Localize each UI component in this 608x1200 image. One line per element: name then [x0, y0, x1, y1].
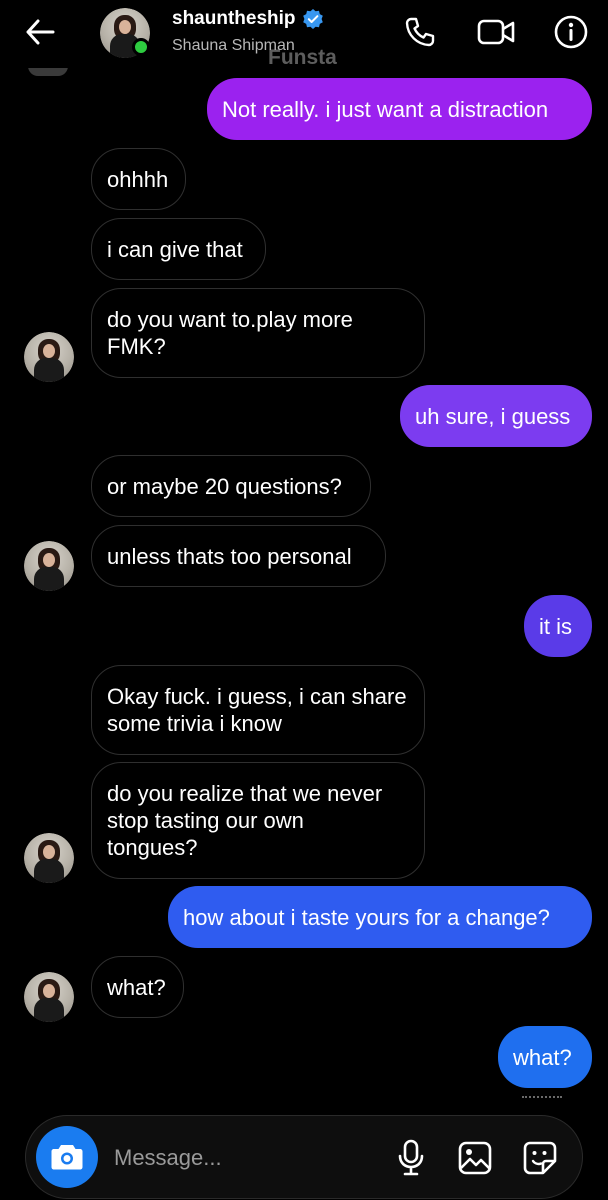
camera-icon — [51, 1145, 83, 1170]
video-call-button[interactable] — [476, 12, 516, 52]
message-input[interactable] — [114, 1142, 374, 1174]
avatar[interactable] — [24, 332, 74, 382]
online-status-indicator — [132, 38, 150, 56]
sticker-button[interactable] — [520, 1138, 560, 1178]
back-arrow-icon — [26, 19, 55, 45]
message-outgoing[interactable]: Not really. i just want a distraction — [207, 78, 592, 140]
gallery-button[interactable] — [455, 1138, 495, 1178]
message-outgoing[interactable]: how about i taste yours for a change? — [168, 886, 592, 948]
camera-button[interactable] — [36, 1126, 98, 1188]
phone-icon — [405, 17, 435, 47]
voice-call-button[interactable] — [400, 12, 440, 52]
avatar[interactable] — [24, 833, 74, 883]
seen-indicator-edge — [522, 1096, 562, 1104]
username[interactable]: shauntheship — [172, 8, 296, 30]
message-outgoing[interactable]: uh sure, i guess — [400, 385, 592, 447]
voice-message-button[interactable] — [391, 1138, 431, 1178]
message-incoming[interactable]: ohhhh — [91, 148, 186, 210]
conversation-info-button[interactable] — [551, 12, 591, 52]
microphone-icon — [398, 1139, 424, 1176]
back-button[interactable] — [22, 14, 58, 50]
message-incoming[interactable]: do you want to.play more FMK? — [91, 288, 425, 378]
message-outgoing[interactable]: what? — [498, 1026, 592, 1088]
watermark: Funsta — [268, 46, 337, 69]
gallery-icon — [458, 1141, 492, 1175]
message-incoming[interactable]: what? — [91, 956, 184, 1018]
message-incoming[interactable]: or maybe 20 questions? — [91, 455, 371, 517]
info-icon — [554, 15, 588, 49]
avatar[interactable] — [24, 972, 74, 1022]
avatar[interactable] — [24, 541, 74, 591]
video-camera-icon — [477, 19, 515, 45]
username-row[interactable]: shauntheship — [172, 8, 324, 30]
verified-badge-icon — [302, 9, 323, 29]
chat-header: shauntheship Shauna Shipman Funsta — [0, 0, 608, 69]
sticker-icon — [523, 1141, 557, 1175]
message-incoming[interactable]: do you realize that we never stop tastin… — [91, 762, 425, 879]
message-outgoing[interactable]: it is — [524, 595, 592, 657]
message-incoming[interactable]: unless thats too personal — [91, 525, 386, 587]
message-incoming[interactable]: i can give that — [91, 218, 266, 280]
message-composer — [25, 1115, 583, 1199]
message-incoming[interactable]: Okay fuck. i guess, i can share some tri… — [91, 665, 425, 755]
